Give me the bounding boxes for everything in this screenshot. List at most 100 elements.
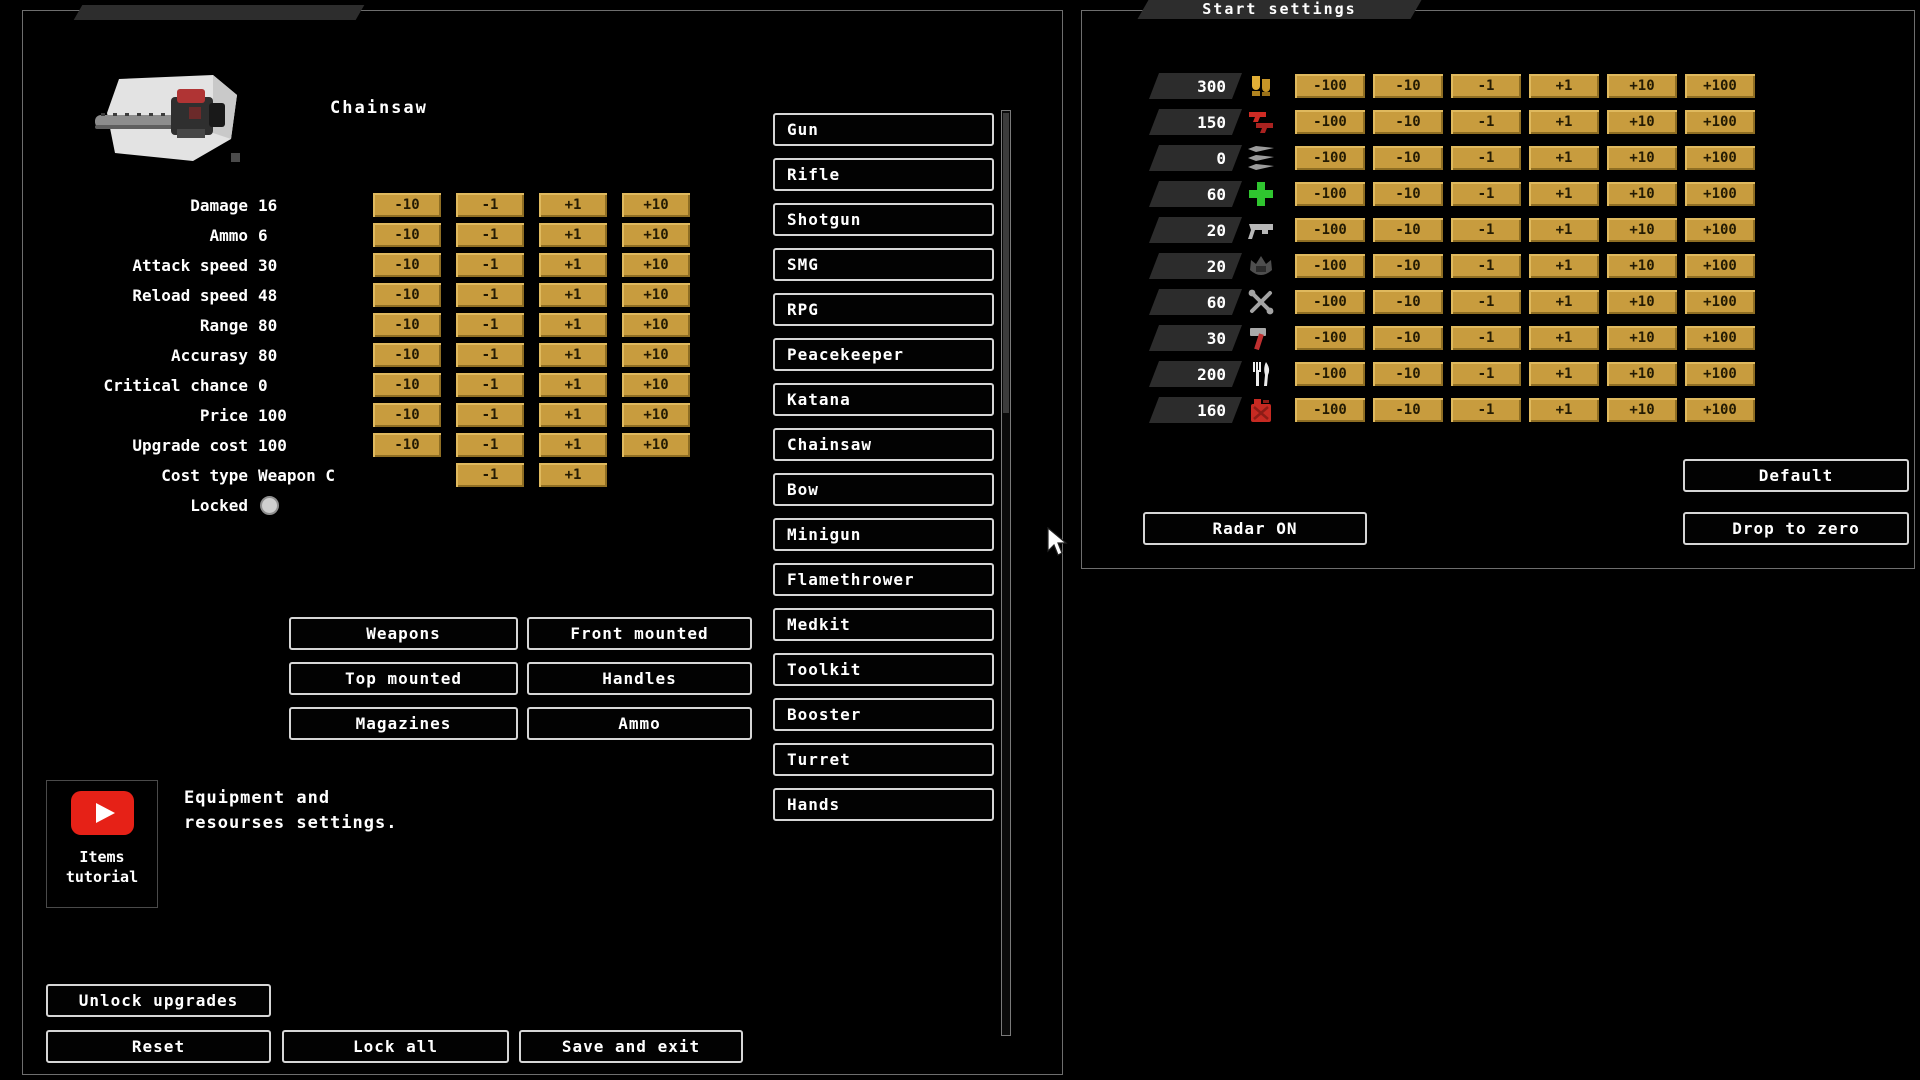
plus-1-button[interactable]: +1 xyxy=(539,373,607,397)
minus-100-button[interactable]: -100 xyxy=(1295,254,1365,278)
plus-10-button[interactable]: +10 xyxy=(1607,362,1677,386)
minus-1-button[interactable]: -1 xyxy=(1451,254,1521,278)
category-front-mounted-button[interactable]: Front mounted xyxy=(527,617,752,650)
minus-10-button[interactable]: -10 xyxy=(373,283,441,307)
minus-1-button[interactable]: -1 xyxy=(456,193,524,217)
minus-10-button[interactable]: -10 xyxy=(1373,110,1443,134)
minus-10-button[interactable]: -10 xyxy=(373,433,441,457)
minus-1-button[interactable]: -1 xyxy=(456,313,524,337)
minus-1-button[interactable]: -1 xyxy=(456,283,524,307)
minus-1-button[interactable]: -1 xyxy=(1451,326,1521,350)
plus-10-button[interactable]: +10 xyxy=(622,403,690,427)
plus-1-button[interactable]: +1 xyxy=(1529,254,1599,278)
plus-10-button[interactable]: +10 xyxy=(622,313,690,337)
minus-10-button[interactable]: -10 xyxy=(1373,290,1443,314)
minus-100-button[interactable]: -100 xyxy=(1295,74,1365,98)
plus-10-button[interactable]: +10 xyxy=(1607,398,1677,422)
category-handles-button[interactable]: Handles xyxy=(527,662,752,695)
minus-1-button[interactable]: -1 xyxy=(456,463,524,487)
minus-10-button[interactable]: -10 xyxy=(373,193,441,217)
minus-10-button[interactable]: -10 xyxy=(373,373,441,397)
minus-10-button[interactable]: -10 xyxy=(373,403,441,427)
minus-100-button[interactable]: -100 xyxy=(1295,218,1365,242)
plus-1-button[interactable]: +1 xyxy=(1529,218,1599,242)
weapon-list-item[interactable]: Rifle xyxy=(773,158,994,191)
plus-10-button[interactable]: +10 xyxy=(1607,254,1677,278)
minus-100-button[interactable]: -100 xyxy=(1295,290,1365,314)
plus-10-button[interactable]: +10 xyxy=(1607,110,1677,134)
items-tutorial-block[interactable]: Items tutorial xyxy=(46,780,158,908)
minus-10-button[interactable]: -10 xyxy=(373,223,441,247)
plus-10-button[interactable]: +10 xyxy=(1607,290,1677,314)
minus-1-button[interactable]: -1 xyxy=(456,223,524,247)
plus-1-button[interactable]: +1 xyxy=(539,343,607,367)
weapon-list-item[interactable]: Hands xyxy=(773,788,994,821)
plus-1-button[interactable]: +1 xyxy=(539,193,607,217)
plus-1-button[interactable]: +1 xyxy=(1529,110,1599,134)
plus-1-button[interactable]: +1 xyxy=(1529,182,1599,206)
plus-10-button[interactable]: +10 xyxy=(622,253,690,277)
minus-1-button[interactable]: -1 xyxy=(1451,362,1521,386)
category-weapons-button[interactable]: Weapons xyxy=(289,617,518,650)
plus-10-button[interactable]: +10 xyxy=(622,193,690,217)
plus-100-button[interactable]: +100 xyxy=(1685,290,1755,314)
weapon-list-item[interactable]: Katana xyxy=(773,383,994,416)
plus-100-button[interactable]: +100 xyxy=(1685,110,1755,134)
plus-1-button[interactable]: +1 xyxy=(1529,290,1599,314)
plus-1-button[interactable]: +1 xyxy=(539,433,607,457)
minus-10-button[interactable]: -10 xyxy=(1373,74,1443,98)
weapon-list-item[interactable]: Bow xyxy=(773,473,994,506)
weapon-list-item[interactable]: SMG xyxy=(773,248,994,281)
default-button[interactable]: Default xyxy=(1683,459,1909,492)
minus-10-button[interactable]: -10 xyxy=(373,313,441,337)
youtube-play-icon[interactable] xyxy=(71,791,134,839)
minus-10-button[interactable]: -10 xyxy=(373,343,441,367)
plus-100-button[interactable]: +100 xyxy=(1685,182,1755,206)
drop-to-zero-button[interactable]: Drop to zero xyxy=(1683,512,1909,545)
plus-100-button[interactable]: +100 xyxy=(1685,398,1755,422)
plus-1-button[interactable]: +1 xyxy=(539,403,607,427)
weapon-list-scrollbar[interactable] xyxy=(1001,110,1011,1036)
plus-1-button[interactable]: +1 xyxy=(539,283,607,307)
minus-100-button[interactable]: -100 xyxy=(1295,146,1365,170)
minus-1-button[interactable]: -1 xyxy=(456,253,524,277)
plus-1-button[interactable]: +1 xyxy=(1529,146,1599,170)
plus-1-button[interactable]: +1 xyxy=(1529,362,1599,386)
locked-checkbox[interactable] xyxy=(260,496,279,515)
minus-100-button[interactable]: -100 xyxy=(1295,362,1365,386)
plus-1-button[interactable]: +1 xyxy=(539,253,607,277)
minus-10-button[interactable]: -10 xyxy=(1373,146,1443,170)
category-ammo-button[interactable]: Ammo xyxy=(527,707,752,740)
plus-10-button[interactable]: +10 xyxy=(622,373,690,397)
plus-100-button[interactable]: +100 xyxy=(1685,146,1755,170)
lock-all-button[interactable]: Lock all xyxy=(282,1030,509,1063)
minus-1-button[interactable]: -1 xyxy=(1451,290,1521,314)
plus-100-button[interactable]: +100 xyxy=(1685,326,1755,350)
plus-1-button[interactable]: +1 xyxy=(539,313,607,337)
minus-1-button[interactable]: -1 xyxy=(456,373,524,397)
weapon-list-item[interactable]: Turret xyxy=(773,743,994,776)
weapon-list-item[interactable]: Minigun xyxy=(773,518,994,551)
minus-1-button[interactable]: -1 xyxy=(1451,110,1521,134)
minus-1-button[interactable]: -1 xyxy=(1451,146,1521,170)
reset-button[interactable]: Reset xyxy=(46,1030,271,1063)
weapon-list-item[interactable]: Flamethrower xyxy=(773,563,994,596)
plus-10-button[interactable]: +10 xyxy=(622,283,690,307)
weapon-list-item[interactable]: Chainsaw xyxy=(773,428,994,461)
plus-10-button[interactable]: +10 xyxy=(1607,326,1677,350)
minus-10-button[interactable]: -10 xyxy=(1373,254,1443,278)
category-magazines-button[interactable]: Magazines xyxy=(289,707,518,740)
weapon-list-item[interactable]: RPG xyxy=(773,293,994,326)
minus-100-button[interactable]: -100 xyxy=(1295,398,1365,422)
plus-10-button[interactable]: +10 xyxy=(1607,146,1677,170)
minus-1-button[interactable]: -1 xyxy=(456,343,524,367)
scrollbar-thumb[interactable] xyxy=(1003,113,1009,413)
weapon-list-item[interactable]: Peacekeeper xyxy=(773,338,994,371)
minus-1-button[interactable]: -1 xyxy=(456,403,524,427)
minus-10-button[interactable]: -10 xyxy=(1373,182,1443,206)
weapon-list-item[interactable]: Gun xyxy=(773,113,994,146)
plus-100-button[interactable]: +100 xyxy=(1685,254,1755,278)
minus-1-button[interactable]: -1 xyxy=(1451,182,1521,206)
plus-1-button[interactable]: +1 xyxy=(1529,398,1599,422)
radar-toggle-button[interactable]: Radar ON xyxy=(1143,512,1367,545)
